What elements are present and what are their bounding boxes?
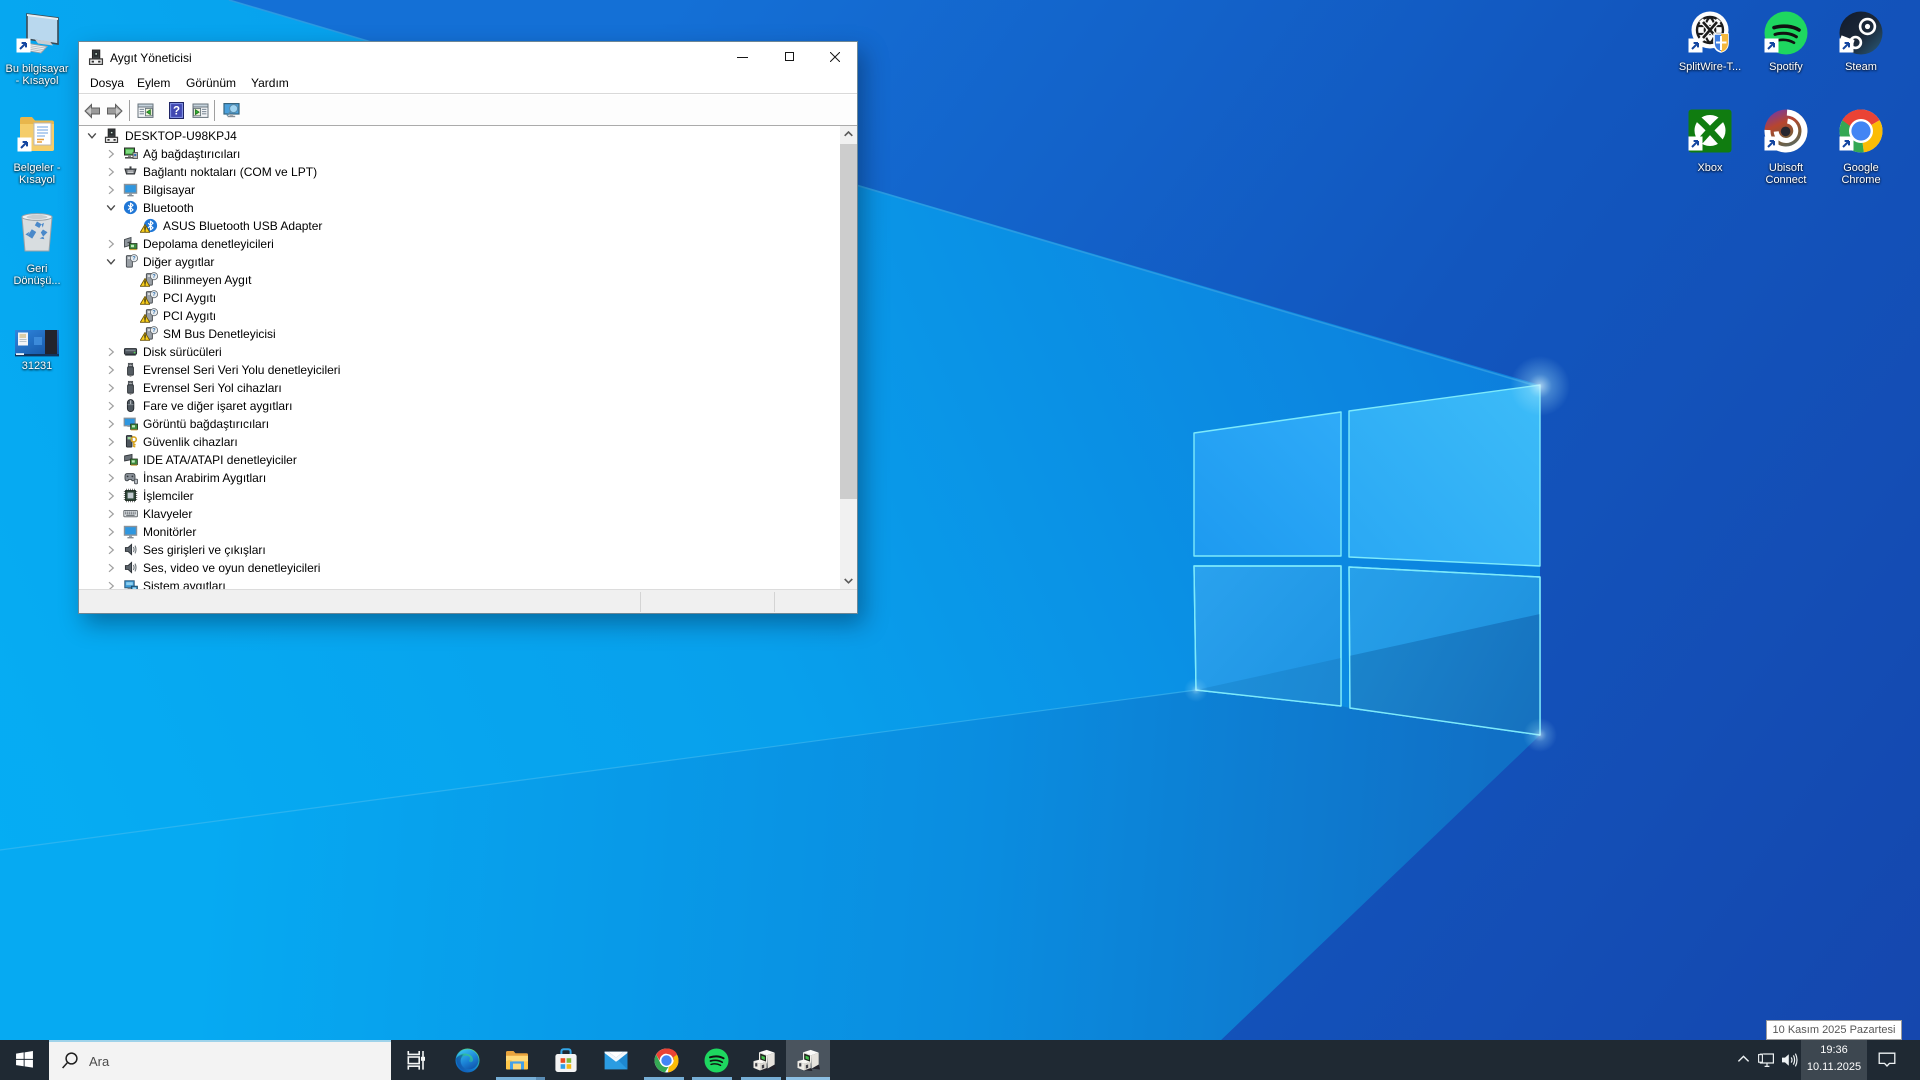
svg-text:?: ?: [173, 106, 180, 118]
